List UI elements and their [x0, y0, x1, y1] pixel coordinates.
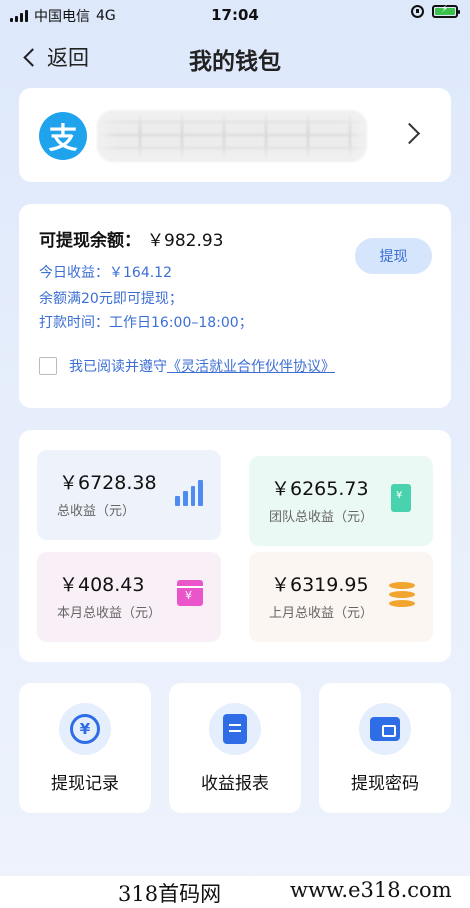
min-withdraw-note: 余额满20元即可提现；: [39, 291, 183, 307]
alipay-account-card[interactable]: 支: [19, 88, 451, 182]
icon-circle: ¥: [59, 703, 111, 755]
agreement-link[interactable]: 《灵活就业合作伙伴协议》: [167, 356, 335, 376]
stat-value: ￥408.43: [59, 574, 145, 596]
action-label: 提现记录: [51, 774, 119, 794]
action-label: 提现密码: [351, 774, 419, 794]
stat-value: ￥6265.73: [271, 478, 369, 500]
bar-chart-icon: [175, 478, 203, 506]
stat-label: 团队总收益（元）: [269, 510, 374, 525]
balance-label: 可提现余额：: [39, 231, 141, 251]
watermark: 318首码网 www.e318.com: [0, 876, 470, 908]
stat-last-month-income: ￥6319.95 上月总收益（元）: [249, 552, 433, 642]
nav-bar: 返回 我的钱包: [0, 30, 470, 86]
today-income: 今日收益：￥164.12: [39, 265, 172, 281]
stat-value: ￥6728.38: [59, 472, 157, 494]
stat-label: 总收益（元）: [57, 504, 136, 519]
status-time: 17:04: [211, 6, 259, 24]
icon-circle: [359, 703, 411, 755]
agree-checkbox[interactable]: [39, 357, 57, 375]
agreement-row: 我已阅读并遵守 《灵活就业合作伙伴协议》: [39, 356, 335, 376]
orientation-lock-icon: [411, 5, 424, 18]
stat-label: 上月总收益（元）: [269, 606, 374, 621]
account-name-redacted: [97, 110, 367, 162]
watermark-text-left: 318首码网: [118, 882, 222, 906]
chevron-right-icon[interactable]: [398, 122, 421, 145]
alipay-icon: 支: [39, 112, 87, 160]
stat-value: ￥6319.95: [271, 574, 369, 596]
stat-label: 本月总收益（元）: [57, 606, 162, 621]
income-report-button[interactable]: 收益报表: [169, 683, 301, 813]
battery-icon: [432, 4, 460, 18]
stat-team-income: ￥6265.73 团队总收益（元）: [249, 456, 433, 546]
withdrawable-balance: 可提现余额： ￥982.93: [39, 226, 223, 251]
coins-icon: [389, 582, 415, 608]
page-title: 我的钱包: [189, 49, 281, 75]
withdraw-button[interactable]: 提现: [355, 238, 432, 274]
status-bar: 中国电信 4G 17:04: [0, 0, 470, 30]
balance-amount: ￥982.93: [147, 231, 224, 251]
balance-card: 可提现余额： ￥982.93 提现 今日收益：￥164.12 余额满20元即可提现…: [19, 204, 451, 408]
icon-circle: [209, 703, 261, 755]
payout-time: 打款时间：工作日16:00–18:00；: [39, 315, 253, 331]
wallet-icon: [370, 717, 400, 741]
money-box-icon: [177, 580, 203, 606]
stat-month-income: ￥408.43 本月总收益（元）: [37, 552, 221, 642]
stat-total-income: ￥6728.38 总收益（元）: [37, 450, 221, 540]
income-stats-card: ￥6728.38 总收益（元） ￥6265.73 团队总收益（元） ￥408.4…: [19, 430, 451, 662]
status-right: [411, 4, 460, 18]
action-label: 收益报表: [201, 774, 269, 794]
withdraw-records-button[interactable]: ¥ 提现记录: [19, 683, 151, 813]
watermark-text-right: www.e318.com: [290, 878, 452, 902]
yuan-record-icon: ¥: [70, 714, 100, 744]
agree-prefix: 我已阅读并遵守: [69, 359, 167, 375]
tablet-icon: [391, 484, 411, 512]
withdraw-password-button[interactable]: 提现密码: [319, 683, 451, 813]
document-icon: [223, 714, 247, 744]
